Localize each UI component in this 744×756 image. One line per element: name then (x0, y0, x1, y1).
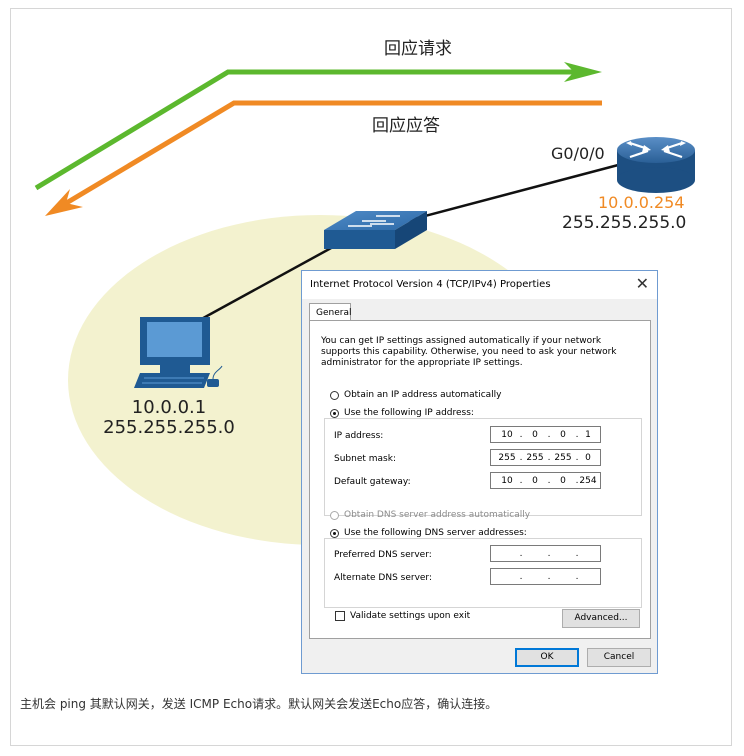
dns-manual-label[interactable]: Use the following DNS server addresses: (344, 528, 529, 538)
host-ip-label: 10.0.0.1 (131, 397, 207, 418)
alternate-dns-field[interactable]: ... (490, 568, 601, 585)
dialog-title: Internet Protocol Version 4 (TCP/IPv4) P… (310, 279, 551, 290)
default-gateway-label: Default gateway: (334, 477, 411, 487)
cancel-button[interactable]: Cancel (587, 648, 651, 667)
echo-reply-label: 回应应答 (372, 116, 440, 136)
dns-auto-label[interactable]: Obtain DNS server address automatically (344, 510, 530, 520)
ip-auto-label[interactable]: Obtain an IP address automatically (344, 390, 502, 400)
dns-manual-radio[interactable] (330, 529, 339, 538)
router-mask-label: 255.255.255.0 (562, 213, 687, 233)
validate-checkbox[interactable] (335, 611, 345, 621)
dialog-titlebar: Internet Protocol Version 4 (TCP/IPv4) P… (302, 271, 657, 299)
ip-manual-label[interactable]: Use the following IP address: (344, 408, 476, 418)
echo-reply-arrowhead (45, 189, 83, 216)
router-ip-label: 10.0.0.254 (598, 193, 685, 212)
general-panel: You can get IP settings assigned automat… (309, 320, 651, 639)
tab-general[interactable]: General (309, 303, 351, 321)
advanced-button[interactable]: Advanced... (562, 609, 640, 628)
router-port-label: G0/0/0 (551, 144, 605, 163)
default-gateway-field[interactable]: 10. 0. 0. 254 (490, 472, 601, 489)
host-mask-label: 255.255.255.0 (103, 417, 235, 438)
subnet-mask-label: Subnet mask: (334, 454, 396, 464)
ipv4-properties-dialog: Internet Protocol Version 4 (TCP/IPv4) P… (301, 270, 658, 674)
ok-button[interactable]: OK (515, 648, 579, 667)
preferred-dns-field[interactable]: ... (490, 545, 601, 562)
validate-label[interactable]: Validate settings upon exit (350, 611, 470, 621)
router-icon (617, 137, 695, 193)
alternate-dns-label: Alternate DNS server: (334, 573, 433, 583)
echo-request-label: 回应请求 (384, 39, 452, 59)
subnet-mask-field[interactable]: 255. 255. 255. 0 (490, 449, 601, 466)
dialog-description: You can get IP settings assigned automat… (321, 336, 617, 368)
close-icon[interactable]: ✕ (636, 275, 649, 293)
host-labels: 10.0.0.1 255.255.255.0 (103, 398, 235, 438)
ip-address-label: IP address: (334, 431, 384, 441)
tab-general-label: General (316, 308, 352, 318)
ip-manual-radio[interactable] (330, 409, 339, 418)
echo-reply-arrow (56, 100, 602, 211)
ip-auto-radio[interactable] (330, 391, 339, 400)
ip-address-field[interactable]: 10. 0. 0. 1 (490, 426, 601, 443)
figure-caption: 主机会 ping 其默认网关，发送 ICMP Echo请求。默认网关会发送Ech… (20, 697, 498, 711)
preferred-dns-label: Preferred DNS server: (334, 550, 432, 560)
dns-auto-radio[interactable] (330, 511, 339, 520)
